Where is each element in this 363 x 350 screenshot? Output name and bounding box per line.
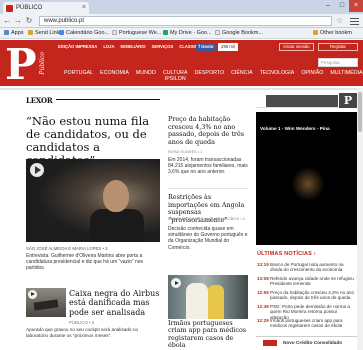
main-video[interactable] bbox=[26, 159, 160, 242]
right-top-banner[interactable]: P bbox=[256, 92, 363, 108]
section-nav: PORTUGAL ECONOMIA MUNDO CULTURA IPSILON D… bbox=[64, 70, 363, 81]
chevron-right-icon: › bbox=[313, 251, 316, 257]
facebook-like-button[interactable]: f Gosto bbox=[196, 43, 216, 51]
top-link[interactable]: MOBILIÁRIO bbox=[121, 44, 146, 52]
browser-menu-icon[interactable] bbox=[350, 16, 359, 26]
ebola-headline[interactable]: Irmãos portugueses criam app para médico… bbox=[168, 319, 248, 350]
maximize-icon[interactable]: □ bbox=[335, 0, 349, 12]
page-icon bbox=[215, 30, 220, 35]
bookmark-send-link[interactable]: Send Link bbox=[28, 28, 59, 38]
folder-icon bbox=[313, 30, 318, 35]
list-item[interactable]: 12:55 Preço da habitação cresceu 4,3% no … bbox=[257, 290, 357, 304]
section-ciencia[interactable]: CIÊNCIA bbox=[231, 70, 253, 81]
play-icon[interactable] bbox=[28, 290, 37, 299]
housing-byline: ROSA SOARES • 1 bbox=[168, 149, 203, 154]
top-links: EDIÇÃO IMPRESSA LOJA MOBILIÁRIO SERVIÇOS… bbox=[58, 44, 213, 52]
new-tab-button[interactable] bbox=[92, 3, 132, 14]
browser-tab-active[interactable]: PÚBLICO × bbox=[3, 2, 89, 14]
latest-news-list: 13:19 Banco de Portugal nota aumento na d… bbox=[257, 262, 357, 332]
scroll-thumb[interactable] bbox=[358, 92, 362, 132]
play-icon[interactable] bbox=[30, 163, 44, 177]
main-story-summary: Entrevista: Guilherme d'Oliveira Martins… bbox=[26, 253, 144, 272]
airbus-summary: Apurado que gravou no seu cockpit será a… bbox=[26, 327, 139, 338]
search-input[interactable]: Pesquisa bbox=[318, 58, 358, 67]
bookmark-apps[interactable]: Apps bbox=[4, 28, 24, 38]
ad-divider bbox=[56, 99, 160, 100]
widget-title: Novo Crédito Consolidado bbox=[283, 340, 343, 345]
section-desporto[interactable]: DESPORTO bbox=[195, 70, 225, 81]
window-close-icon[interactable]: × bbox=[349, 0, 363, 12]
bookmarks-bar: Apps Send Link Calendário Goo... Portugu… bbox=[0, 28, 363, 39]
content-divider bbox=[0, 88, 363, 90]
apps-icon bbox=[4, 30, 9, 35]
calendar-icon bbox=[59, 30, 64, 35]
main-story-byline: SÃO JOSÉ ALMEIDA E MARIA LOPES • 3 bbox=[26, 246, 108, 251]
login-button[interactable]: Iniciar sessão bbox=[279, 43, 314, 51]
ad-brand: LEXOR bbox=[26, 96, 53, 105]
housing-headline[interactable]: Preço da habitação cresceu 4,3% no ano p… bbox=[168, 115, 248, 146]
drive-icon bbox=[163, 30, 168, 35]
logo-wordmark: Público bbox=[39, 52, 46, 75]
tab-title: PÚBLICO bbox=[16, 5, 43, 11]
play-icon[interactable] bbox=[171, 278, 181, 288]
top-link[interactable]: SERVIÇOS bbox=[152, 44, 174, 52]
likes-count: 295 mil bbox=[218, 43, 238, 51]
bookmark-other[interactable]: Other bookm bbox=[313, 28, 352, 38]
forward-icon[interactable]: → bbox=[13, 15, 23, 27]
list-item[interactable]: 13:08 Referido avança cidade onde se refu… bbox=[257, 276, 357, 290]
airbus-byline: PÚBLICO • 2 bbox=[69, 320, 95, 325]
latest-news-title[interactable]: ÚLTIMAS NOTÍCIAS › bbox=[257, 251, 316, 257]
section-economia[interactable]: ECONOMIA bbox=[100, 70, 129, 81]
publico-badge-icon: P bbox=[339, 93, 357, 108]
window-controls: – □ × bbox=[321, 0, 363, 12]
ebola-photo[interactable] bbox=[168, 275, 248, 319]
section-mundo[interactable]: MUNDO bbox=[136, 70, 156, 81]
page-icon bbox=[112, 30, 117, 35]
widget-tag bbox=[263, 340, 277, 346]
section-portugal[interactable]: PORTUGAL bbox=[64, 70, 93, 81]
section-tecnologia[interactable]: TECNOLOGIA bbox=[260, 70, 295, 81]
airbus-thumbnail[interactable] bbox=[26, 288, 66, 317]
section-cultura[interactable]: CULTURA IPSILON bbox=[163, 70, 188, 81]
airbus-headline[interactable]: Caixa negra do Airbus está danificada ma… bbox=[69, 289, 161, 317]
url-input[interactable]: www.publico.pt bbox=[39, 16, 332, 26]
browser-tab-bar: PÚBLICO × – □ × bbox=[0, 0, 363, 14]
bookmark-portuguese[interactable]: Portuguese We... bbox=[112, 28, 161, 38]
right-video-player[interactable]: Volume 1 - Wim Wenders - Pina bbox=[256, 112, 363, 245]
divider bbox=[168, 188, 248, 189]
back-icon[interactable]: ← bbox=[2, 15, 12, 27]
top-link[interactable]: LOJA bbox=[103, 44, 114, 52]
list-item[interactable]: 12:29 Irmãos portugueses criam app para m… bbox=[257, 318, 357, 332]
angola-byline: ANA RUTE SILVA E LUÍS VILLALOBOS • 1 bbox=[168, 216, 246, 221]
list-item[interactable]: 12:49 PSD: Porto pede demissão de norma a… bbox=[257, 304, 357, 320]
address-bar-row: ← → ↻ www.publico.pt ☆ bbox=[0, 14, 363, 28]
bookmark-drive[interactable]: My Drive - Goo... bbox=[163, 28, 212, 38]
section-multimedia[interactable]: MULTIMÉDIA bbox=[330, 70, 362, 81]
video-title: Volume 1 - Wim Wenders - Pina bbox=[260, 126, 330, 131]
register-button[interactable]: Registar bbox=[318, 43, 358, 51]
bookmark-star-icon[interactable]: ☆ bbox=[336, 15, 343, 27]
ad-box bbox=[266, 95, 338, 107]
section-opiniao[interactable]: OPINIÃO bbox=[301, 70, 323, 81]
angola-summary: Decisão conhecida quase em simultâneo do… bbox=[168, 226, 248, 251]
credit-widget[interactable]: Novo Crédito Consolidado bbox=[256, 336, 363, 350]
list-item[interactable]: 13:19 Banco de Portugal nota aumento na d… bbox=[257, 262, 357, 276]
reload-icon[interactable]: ↻ bbox=[24, 15, 34, 27]
site-favicon-icon bbox=[6, 5, 13, 12]
bookmark-calendario[interactable]: Calendário Goo... bbox=[59, 28, 109, 38]
minimize-icon[interactable]: – bbox=[321, 0, 335, 12]
bookmark-icon bbox=[28, 30, 33, 35]
tab-close-icon[interactable]: × bbox=[82, 2, 86, 14]
housing-summary: Em 2014, foram transaccionadas 84.215 al… bbox=[168, 157, 248, 176]
bookmark-google[interactable]: Google Bookm... bbox=[215, 28, 263, 38]
top-link[interactable]: EDIÇÃO IMPRESSA bbox=[58, 44, 97, 52]
